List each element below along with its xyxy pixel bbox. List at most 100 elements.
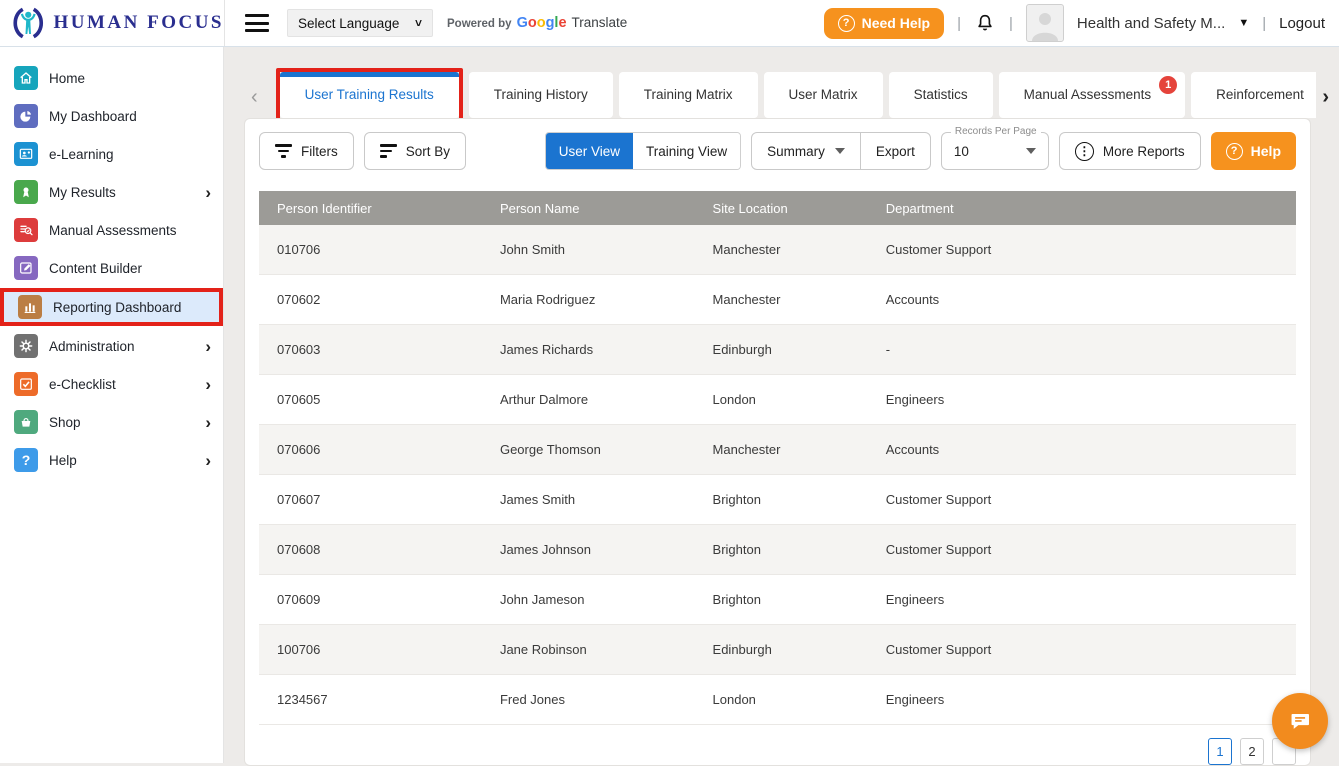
records-per-page-select[interactable]: Records Per Page 10 xyxy=(941,132,1049,170)
language-select[interactable]: Select Language ˅ xyxy=(287,9,433,37)
chevron-down-icon xyxy=(835,148,845,154)
divider: | xyxy=(1262,15,1266,32)
table-header-row: Person Identifier Person Name Site Locat… xyxy=(259,191,1296,225)
chat-bubble-icon xyxy=(1287,708,1313,734)
gear-icon xyxy=(14,334,38,358)
table-row: 070605Arthur DalmoreLondonEngineers xyxy=(259,375,1296,425)
more-reports-button[interactable]: ⋮ More Reports xyxy=(1059,132,1201,170)
user-view-toggle[interactable]: User View xyxy=(546,133,633,169)
sidebar-item-e-learning[interactable]: e-Learning xyxy=(0,135,223,173)
home-icon xyxy=(14,66,38,90)
sort-icon xyxy=(380,144,397,157)
question-icon: ? xyxy=(14,448,38,472)
table-row: 070609John JamesonBrightonEngineers xyxy=(259,575,1296,625)
pie-chart-icon xyxy=(14,104,38,128)
tab-reinforcement[interactable]: Reinforcement xyxy=(1191,72,1316,118)
need-help-label: Need Help xyxy=(862,15,930,31)
sidebar-item-content-builder[interactable]: Content Builder xyxy=(0,249,223,287)
award-icon xyxy=(14,180,38,204)
language-select-value: Select Language xyxy=(298,16,399,31)
sidebar-item-my-results[interactable]: My Results › xyxy=(0,173,223,211)
view-toggle: User View Training View xyxy=(545,132,741,170)
chevron-right-icon: › xyxy=(205,452,211,469)
sidebar-nav: Home My Dashboard e-Learning My Results … xyxy=(0,47,224,763)
summary-export-group: Summary Export xyxy=(751,132,931,170)
tab-statistics[interactable]: Statistics xyxy=(889,72,993,118)
chevron-down-icon xyxy=(1026,148,1036,154)
brand-name: HUMAN FOCUS xyxy=(53,12,224,34)
user-menu-name[interactable]: Health and Safety M... xyxy=(1077,15,1225,32)
results-table: Person Identifier Person Name Site Locat… xyxy=(259,191,1296,725)
tab-user-matrix[interactable]: User Matrix xyxy=(764,72,883,118)
table-row: 100706Jane RobinsonEdinburghCustomer Sup… xyxy=(259,625,1296,675)
table-row: 1234567Fred JonesLondonEngineers xyxy=(259,675,1296,725)
chevron-right-icon: › xyxy=(205,376,211,393)
tab-manual-assessments[interactable]: Manual Assessments 1 xyxy=(999,72,1186,118)
pagination-page-2[interactable]: 2 xyxy=(1240,738,1264,765)
chevron-right-icon: › xyxy=(205,414,211,431)
human-focus-logo-icon xyxy=(10,5,46,41)
annotation-box-active-tab: User Training Results xyxy=(276,68,463,118)
tab-training-matrix[interactable]: Training Matrix xyxy=(619,72,758,118)
chevron-down-icon: ˅ xyxy=(415,16,422,30)
sidebar-item-shop[interactable]: Shop › xyxy=(0,403,223,441)
main-content: ‹ User Training Results Training History… xyxy=(225,47,1339,763)
table-row: 070607James SmithBrightonCustomer Suppor… xyxy=(259,475,1296,525)
sidebar-item-help[interactable]: ? Help › xyxy=(0,441,223,479)
tab-user-training-results[interactable]: User Training Results xyxy=(280,72,459,118)
filters-button[interactable]: Filters xyxy=(259,132,354,170)
results-card: Filters Sort By User View Training View … xyxy=(244,118,1311,766)
sidebar-item-administration[interactable]: Administration › xyxy=(0,327,223,365)
records-per-page-value: 10 xyxy=(954,144,969,159)
help-button[interactable]: ? Help xyxy=(1211,132,1296,170)
basket-icon xyxy=(14,410,38,434)
table-row: 070608James JohnsonBrightonCustomer Supp… xyxy=(259,525,1296,575)
tabs-scroll-left-icon[interactable]: ‹ xyxy=(245,87,264,107)
table-row: 070603James RichardsEdinburgh- xyxy=(259,325,1296,375)
training-view-toggle[interactable]: Training View xyxy=(633,133,740,169)
filter-icon xyxy=(275,144,292,157)
bar-chart-icon xyxy=(18,295,42,319)
sort-by-button[interactable]: Sort By xyxy=(364,132,466,170)
summary-dropdown[interactable]: Summary xyxy=(752,133,860,169)
hamburger-menu-icon[interactable] xyxy=(245,14,269,32)
top-bar: HUMAN FOCUS Select Language ˅ Powered by… xyxy=(0,0,1339,47)
person-screen-icon xyxy=(14,142,38,166)
chat-fab[interactable] xyxy=(1272,693,1328,749)
tabs-row: ‹ User Training Results Training History… xyxy=(225,47,1339,118)
chevron-down-icon[interactable]: ▼ xyxy=(1238,17,1249,29)
logout-link[interactable]: Logout xyxy=(1279,15,1325,32)
sidebar-item-home[interactable]: Home xyxy=(0,59,223,97)
user-avatar[interactable] xyxy=(1026,4,1064,42)
notification-badge: 1 xyxy=(1159,76,1177,94)
list-magnifier-icon xyxy=(14,218,38,242)
tab-training-history[interactable]: Training History xyxy=(469,72,613,118)
chevron-right-icon: › xyxy=(205,184,211,201)
question-icon: ? xyxy=(838,15,855,32)
google-logo: Google xyxy=(517,15,567,31)
tabs-scroll-right-icon[interactable]: › xyxy=(1316,87,1335,107)
question-icon: ? xyxy=(1226,143,1243,160)
chevron-right-icon: › xyxy=(205,338,211,355)
translate-label: Translate xyxy=(572,15,628,30)
sidebar-item-reporting-dashboard[interactable]: Reporting Dashboard xyxy=(4,292,219,322)
pencil-square-icon xyxy=(14,256,38,280)
ellipsis-circle-icon: ⋮ xyxy=(1075,142,1094,161)
top-bar-right: ? Need Help | | Health and Safety M... ▼… xyxy=(824,4,1325,42)
annotation-box-reporting-dashboard: Reporting Dashboard xyxy=(0,288,223,326)
need-help-button[interactable]: ? Need Help xyxy=(824,8,944,39)
powered-by-label: Powered by xyxy=(447,18,512,30)
notifications-bell-icon[interactable] xyxy=(974,12,996,34)
column-header-department: Department xyxy=(868,201,1296,216)
pagination-page-1[interactable]: 1 xyxy=(1208,738,1232,765)
sidebar-item-my-dashboard[interactable]: My Dashboard xyxy=(0,97,223,135)
sidebar-item-manual-assessments[interactable]: Manual Assessments xyxy=(0,211,223,249)
sidebar-item-e-checklist[interactable]: e-Checklist › xyxy=(0,365,223,403)
table-row: 070602Maria RodriguezManchesterAccounts xyxy=(259,275,1296,325)
divider: | xyxy=(957,15,961,32)
pagination: 1 2 xyxy=(245,725,1310,765)
export-button[interactable]: Export xyxy=(860,133,930,169)
brand-logo[interactable]: HUMAN FOCUS xyxy=(0,0,225,46)
google-translate-attribution: Powered by Google Translate xyxy=(447,15,627,31)
checkbox-icon xyxy=(14,372,38,396)
